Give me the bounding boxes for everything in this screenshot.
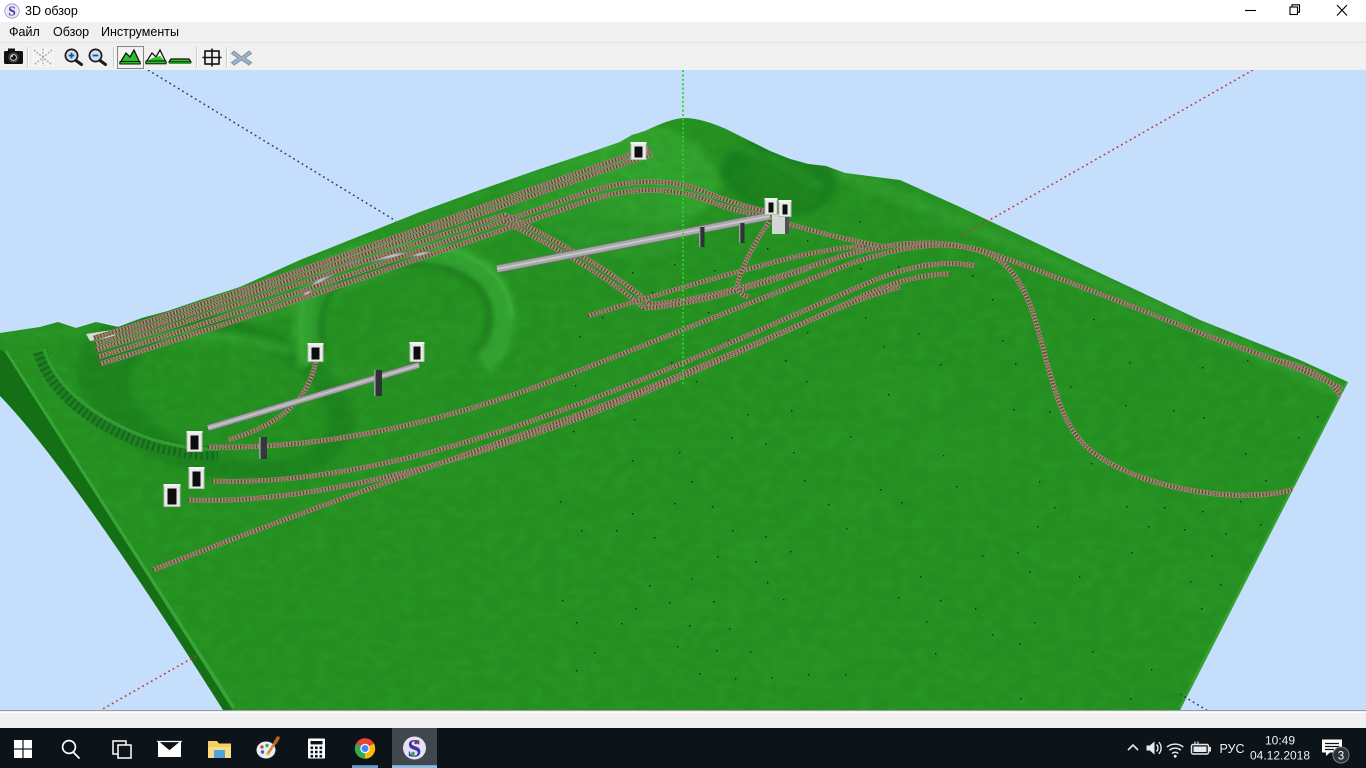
- svg-text:S: S: [8, 4, 16, 19]
- svg-text:04.12.2018: 04.12.2018: [1250, 749, 1310, 763]
- svg-text:3: 3: [1338, 750, 1344, 762]
- svg-text:S: S: [408, 736, 422, 763]
- svg-text:РУС: РУС: [1219, 742, 1244, 756]
- svg-text:10:49: 10:49: [1265, 734, 1295, 748]
